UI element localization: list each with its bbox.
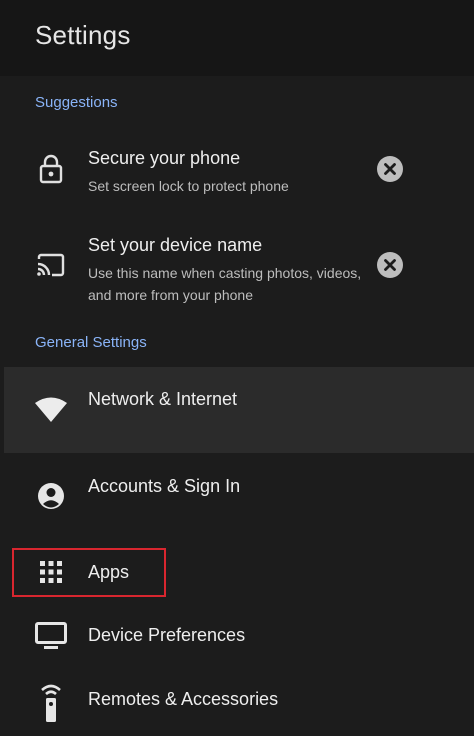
settings-item-label: Remotes & Accessories [88, 689, 279, 709]
account-icon [38, 483, 64, 509]
settings-item-remotes-accessories[interactable]: Remotes & Accessories [0, 674, 474, 726]
lock-icon [39, 154, 63, 184]
tv-icon [35, 622, 67, 649]
cast-icon [37, 253, 65, 277]
section-label-suggestions: Suggestions [35, 94, 118, 111]
settings-item-device-preferences[interactable]: Device Preferences [0, 610, 474, 660]
settings-item-label: Device Preferences [88, 625, 246, 645]
app-header: Settings [0, 0, 474, 76]
annotation-highlight-box [12, 548, 166, 597]
settings-item-label: Accounts & Sign In [88, 476, 241, 496]
settings-item-accounts-sign-in[interactable]: Accounts & Sign In [0, 462, 474, 532]
section-label-general-settings: General Settings [35, 334, 147, 351]
suggestion-title: Secure your phone [88, 148, 241, 168]
suggestion-title: Set your device name [88, 235, 263, 255]
close-circle-icon[interactable] [377, 252, 403, 278]
close-circle-icon[interactable] [377, 156, 403, 182]
page-title: Settings [35, 20, 131, 50]
settings-item-label: Network & Internet [88, 389, 238, 409]
suggestion-secure-phone[interactable]: Secure your phone Set screen lock to pro… [0, 138, 474, 200]
suggestion-device-name[interactable]: Set your device name Use this name when … [0, 224, 474, 304]
suggestion-subtitle: Set screen lock to protect phone [88, 178, 289, 194]
suggestion-subtitle: Use this name when casting photos, video… [88, 265, 362, 303]
wifi-icon [35, 397, 67, 422]
settings-item-network-internet[interactable]: Network & Internet [0, 367, 474, 453]
remote-icon [41, 684, 61, 722]
